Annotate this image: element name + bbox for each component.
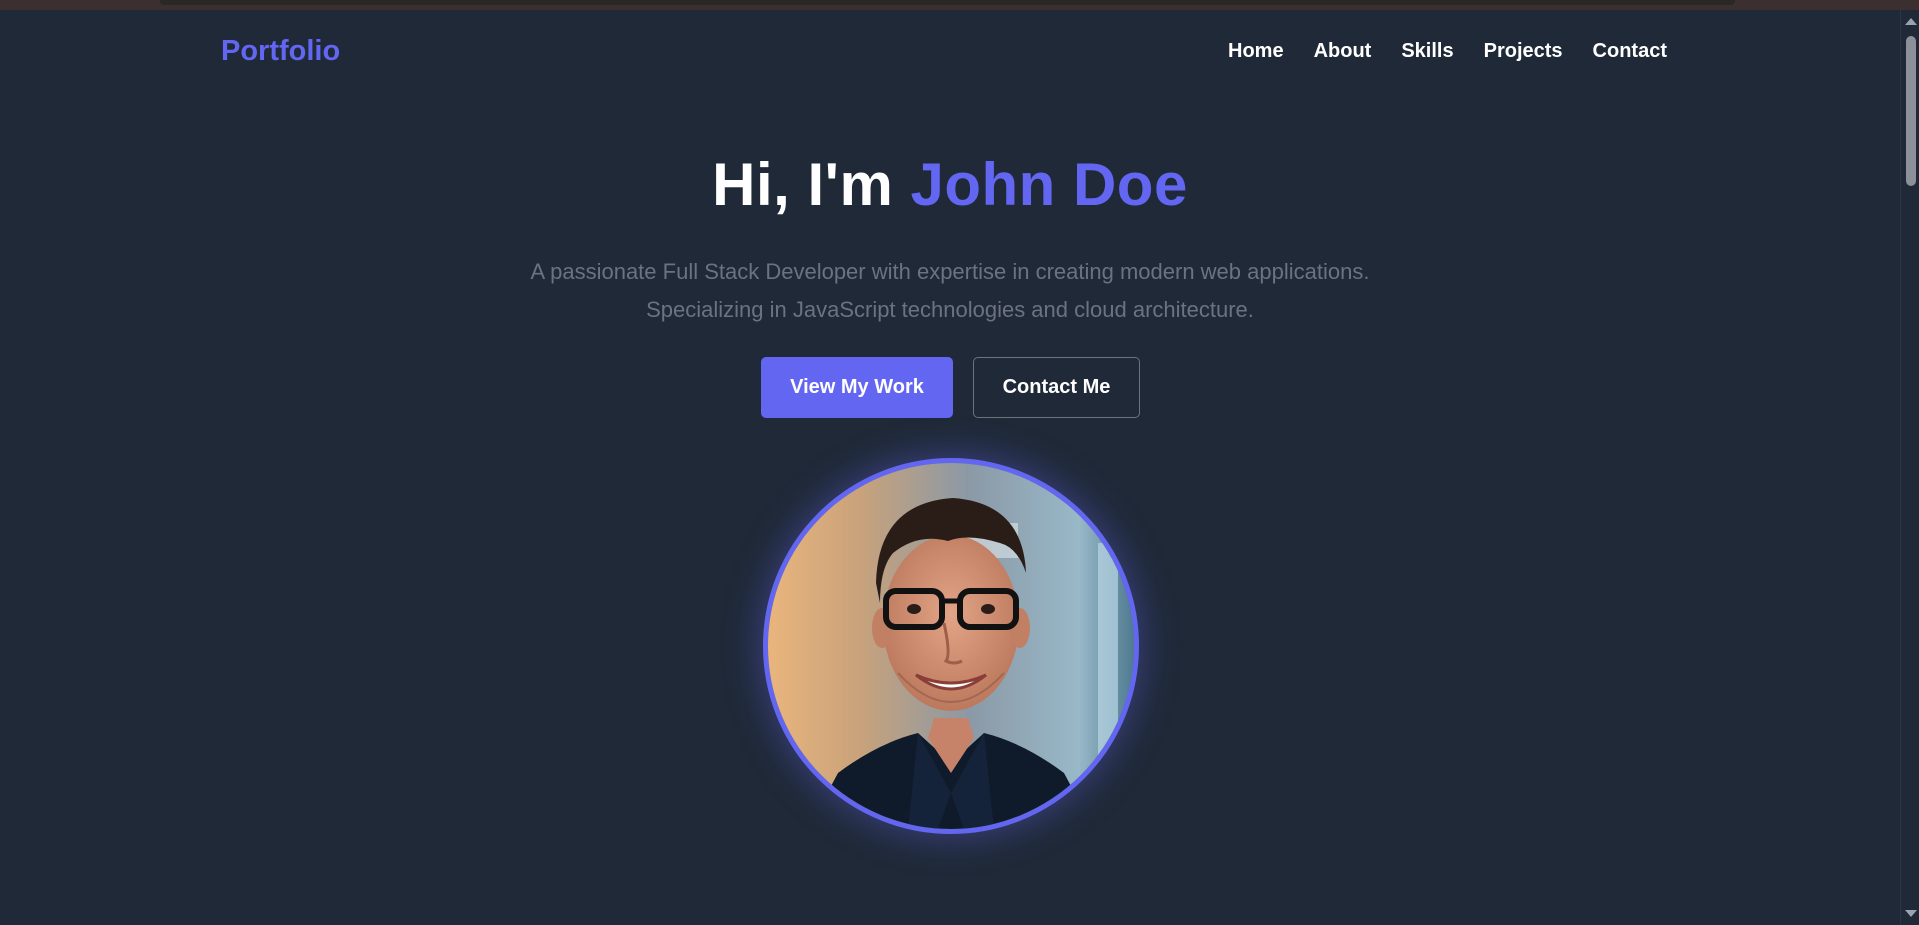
hero-buttons: View My Work Contact Me: [761, 357, 1140, 418]
hero-title-prefix: Hi, I'm: [712, 151, 911, 218]
main-nav: Home About Skills Projects Contact: [1228, 40, 1667, 63]
nav-home[interactable]: Home: [1228, 40, 1284, 63]
browser-top-strip: [0, 0, 1919, 10]
browser-top-strip-inner: [160, 0, 1735, 5]
scroll-down-arrow-icon[interactable]: [1905, 910, 1917, 917]
hero-subtitle-line-1: A passionate Full Stack Developer with e…: [530, 259, 1370, 284]
hero-subtitle-line-2: Specializing in JavaScript technologies …: [646, 297, 1254, 322]
profile-photo-illustration: [768, 463, 1134, 829]
profile-photo: [763, 458, 1139, 834]
nav-about[interactable]: About: [1314, 40, 1372, 63]
hero-title: Hi, I'm John Doe: [0, 150, 1900, 219]
page: Portfolio Home About Skills Projects Con…: [0, 10, 1900, 925]
nav-skills[interactable]: Skills: [1401, 40, 1453, 63]
nav-contact[interactable]: Contact: [1593, 40, 1667, 63]
view-my-work-button[interactable]: View My Work: [761, 357, 953, 418]
site-logo[interactable]: Portfolio: [221, 35, 340, 68]
hero-subtitle: A passionate Full Stack Developer with e…: [0, 253, 1900, 329]
scrollbar-thumb[interactable]: [1906, 36, 1916, 186]
contact-me-button[interactable]: Contact Me: [973, 357, 1140, 418]
nav-projects[interactable]: Projects: [1484, 40, 1563, 63]
page-scrollbar[interactable]: [1900, 10, 1919, 925]
hero-title-name: John Doe: [910, 151, 1188, 218]
scroll-up-arrow-icon[interactable]: [1905, 18, 1917, 25]
